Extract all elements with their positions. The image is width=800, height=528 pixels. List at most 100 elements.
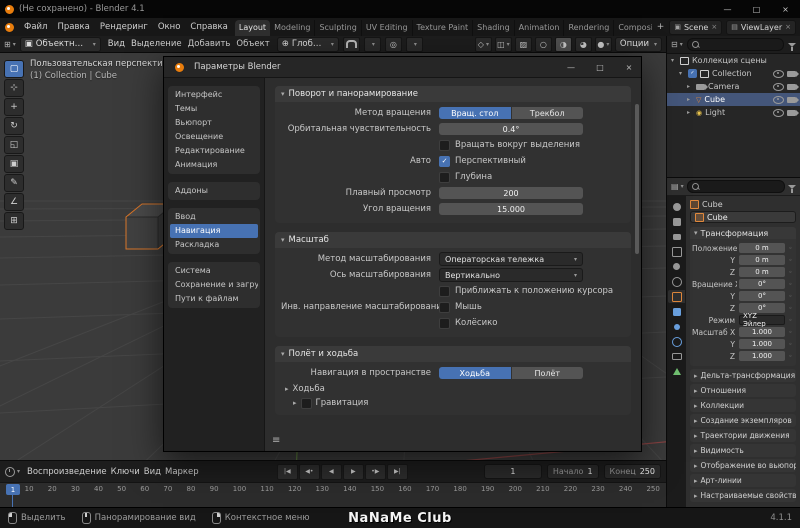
decorate-keyframe-icon[interactable]: ◦ <box>787 341 794 348</box>
rotation-x-field[interactable]: 0° <box>739 279 785 289</box>
timeline-menu-marker[interactable]: Маркер <box>163 467 201 477</box>
view-layer-selector[interactable]: ▤ ViewLayer × <box>726 20 796 35</box>
frame-start-field[interactable]: Начало 1 <box>547 464 599 479</box>
outliner-row-scene-collection[interactable]: ▾ Коллекция сцены <box>667 54 800 67</box>
panel-custom-properties[interactable]: ▸ Настраиваемые свойства <box>690 489 796 502</box>
navigation-walk-button[interactable]: Ходьба <box>439 367 511 379</box>
shading-rendered-button[interactable]: ● <box>595 37 612 52</box>
pref-tab-navigation[interactable]: Навигация <box>170 224 258 238</box>
tool-select-box[interactable]: ▢ <box>4 60 24 78</box>
menu-edit[interactable]: Правка <box>52 18 94 36</box>
properties-search-input[interactable] <box>687 180 785 193</box>
jump-to-end-button[interactable]: ▶| <box>387 464 408 480</box>
proportional-edit-toggle[interactable]: ◎ <box>385 37 402 52</box>
workspace-tab-texture-paint[interactable]: Texture Paint <box>413 20 474 36</box>
play-reverse-button[interactable]: ◀ <box>321 464 342 480</box>
tab-output[interactable] <box>668 230 685 243</box>
outliner-row-light[interactable]: ▸ ◉ Light <box>667 106 800 119</box>
prefs-minimize-button[interactable]: — <box>559 57 583 77</box>
location-y-field[interactable]: 0 m <box>739 255 785 265</box>
workspace-tab-modeling[interactable]: Modeling <box>270 20 315 36</box>
scrollbar[interactable] <box>635 104 639 254</box>
workspace-tab-sculpting[interactable]: Sculpting <box>315 20 361 36</box>
section-zoom-header[interactable]: ▾ Масштаб <box>275 232 631 248</box>
tool-cursor[interactable]: ⊹ <box>4 79 24 97</box>
properties-filter-icon[interactable] <box>788 185 796 189</box>
playhead[interactable]: 1 <box>6 484 20 495</box>
workspace-tab-uv-editing[interactable]: UV Editing <box>362 20 413 36</box>
disable-in-renders-icon[interactable] <box>787 110 796 116</box>
hide-in-viewport-icon[interactable] <box>773 109 784 117</box>
object-name-field[interactable]: Cube <box>690 211 796 224</box>
decorate-keyframe-icon[interactable]: ◦ <box>787 257 794 264</box>
jump-to-start-button[interactable]: |◀ <box>277 464 298 480</box>
shading-solid-button[interactable]: ◑ <box>555 37 572 52</box>
tool-annotate[interactable]: ✎ <box>4 174 24 192</box>
breadcrumb-object-name[interactable]: Cube <box>702 200 723 209</box>
decorate-keyframe-icon[interactable]: ◦ <box>787 281 794 288</box>
menu-render[interactable]: Рендеринг <box>95 18 153 36</box>
hide-in-viewport-icon[interactable] <box>773 83 784 91</box>
unlink-scene-icon[interactable]: × <box>711 23 717 31</box>
next-keyframe-button[interactable]: •▶ <box>365 464 386 480</box>
transform-orientation-dropdown[interactable]: ⊕ Глобально <box>277 37 339 52</box>
decorate-keyframe-icon[interactable]: ◦ <box>787 317 794 324</box>
properties-editor-icon[interactable]: ▤ <box>671 182 684 191</box>
previous-keyframe-button[interactable]: ◀• <box>299 464 320 480</box>
transform-panel-header[interactable]: ▾ Трансформация <box>690 227 796 239</box>
zoom-method-dropdown[interactable]: Операторская тележка ▾ <box>439 252 583 266</box>
decorate-keyframe-icon[interactable]: ◦ <box>787 293 794 300</box>
xray-toggle[interactable]: ▨ <box>515 37 532 52</box>
tab-constraints[interactable] <box>668 350 685 363</box>
section-fly-walk-header[interactable]: ▾ Полёт и ходьба <box>275 346 631 362</box>
location-x-field[interactable]: 0 m <box>739 243 785 253</box>
tool-move[interactable]: + <box>4 98 24 116</box>
section-rotate-pan-header[interactable]: ▾ Поворот и панорамирование <box>275 86 631 102</box>
tab-world[interactable] <box>668 275 685 288</box>
preferences-titlebar[interactable]: Параметры Blender — □ × <box>164 57 641 78</box>
disable-in-renders-icon[interactable] <box>787 97 796 103</box>
pref-tab-save-load[interactable]: Сохранение и загрузка <box>170 278 258 292</box>
outliner-row-cube[interactable]: ▸ ▽ Cube <box>667 93 800 106</box>
zoom-axis-dropdown[interactable]: Вертикально ▾ <box>439 268 583 282</box>
gravity-checkbox[interactable] <box>301 398 312 409</box>
tab-view-layer[interactable] <box>668 245 685 258</box>
panel-collections[interactable]: ▸ Коллекции <box>690 399 796 412</box>
timeline-menu-keying[interactable]: Ключи <box>109 467 142 477</box>
disable-in-renders-icon[interactable] <box>787 71 796 77</box>
viewport-menu-object[interactable]: Объект <box>233 39 272 49</box>
proportional-edit-dropdown[interactable] <box>406 37 423 52</box>
menu-file[interactable]: Файл <box>19 18 52 36</box>
workspace-tab-layout[interactable]: Layout <box>235 20 270 36</box>
tool-rotate[interactable]: ↻ <box>4 117 24 135</box>
shading-material-button[interactable]: ◕ <box>575 37 592 52</box>
gravity-subpanel[interactable]: ▸ Гравитация <box>281 396 583 410</box>
scale-x-field[interactable]: 1.000 <box>739 327 785 337</box>
rotation-angle-field[interactable]: 15.000 <box>439 203 583 215</box>
pref-tab-animation[interactable]: Анимация <box>170 158 258 172</box>
viewport-menu-view[interactable]: Вид <box>105 39 128 49</box>
pref-tab-themes[interactable]: Темы <box>170 102 258 116</box>
pref-tab-editing[interactable]: Редактирование <box>170 144 258 158</box>
pref-tab-interface[interactable]: Интерфейс <box>170 88 258 102</box>
workspace-tab-rendering[interactable]: Rendering <box>564 20 614 36</box>
orbit-sensitivity-slider[interactable]: 0.4° <box>439 123 583 135</box>
pref-tab-input[interactable]: Ввод <box>170 210 258 224</box>
walk-subpanel[interactable]: ▸ Ходьба <box>281 382 583 396</box>
blender-menu-icon[interactable] <box>5 23 14 32</box>
tab-tool[interactable] <box>668 200 685 213</box>
current-frame-field[interactable]: 1 <box>484 464 542 479</box>
pref-tab-lights[interactable]: Освещение <box>170 130 258 144</box>
collection-exclude-checkbox[interactable]: ✓ <box>688 69 697 78</box>
panel-relations[interactable]: ▸ Отношения <box>690 384 796 397</box>
hide-in-viewport-icon[interactable] <box>773 96 784 104</box>
orbit-method-trackball-button[interactable]: Трекбол <box>512 107 584 119</box>
panel-line-art[interactable]: ▸ Арт-линии <box>690 474 796 487</box>
close-button[interactable]: × <box>771 0 800 18</box>
pref-tab-addons[interactable]: Аддоны <box>170 184 258 198</box>
maximize-button[interactable]: □ <box>742 0 771 18</box>
minimize-button[interactable]: — <box>713 0 742 18</box>
prefs-maximize-button[interactable]: □ <box>588 57 612 77</box>
prefs-close-button[interactable]: × <box>617 57 641 77</box>
scene-selector[interactable]: ▣ Scene × <box>669 20 722 35</box>
